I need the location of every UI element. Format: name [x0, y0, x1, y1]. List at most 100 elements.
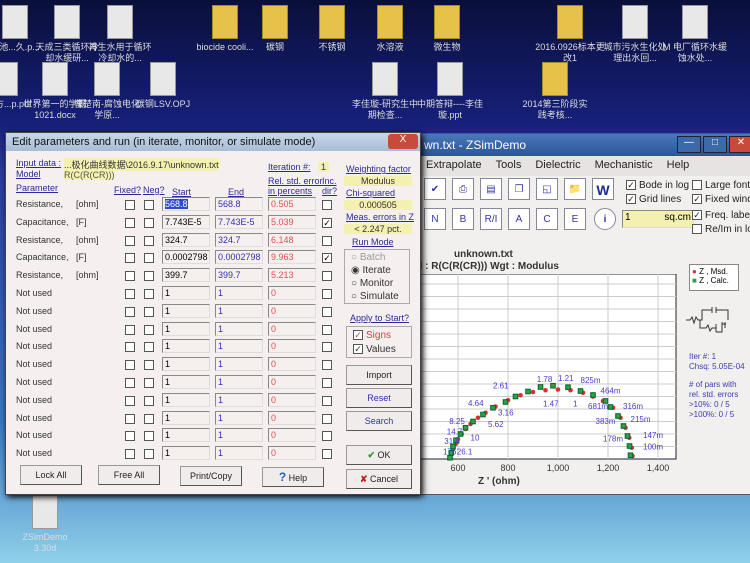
- checkbox[interactable]: [692, 180, 702, 191]
- close-button[interactable]: ✕: [729, 136, 750, 153]
- neg-checkbox[interactable]: [144, 271, 154, 282]
- import-button[interactable]: Import: [346, 365, 412, 385]
- fixed-checkbox[interactable]: [125, 378, 135, 388]
- printer-icon[interactable]: ⎙: [452, 178, 474, 200]
- fixed-checkbox[interactable]: [125, 395, 135, 406]
- option-checkbox[interactable]: ✓Freq. labels: [692, 210, 750, 221]
- neg-checkbox[interactable]: [144, 449, 154, 460]
- plot-type-button[interactable]: A: [508, 208, 530, 230]
- area-input[interactable]: 1 sq.cm: [622, 210, 694, 228]
- fixed-checkbox[interactable]: [125, 200, 135, 210]
- option-checkbox[interactable]: ✓ Grid lines: [626, 194, 681, 205]
- menu-item[interactable]: Dielectric: [535, 159, 580, 173]
- desktop-icon[interactable]: M 电厂循环水缓蚀水处...: [660, 5, 730, 64]
- fixed-checkbox[interactable]: [125, 431, 135, 442]
- fixed-checkbox[interactable]: [125, 360, 135, 371]
- search-button[interactable]: Search: [346, 411, 412, 431]
- inc-dir-checkbox[interactable]: [322, 235, 332, 246]
- start-input[interactable]: 1: [162, 286, 210, 300]
- plot-type-button[interactable]: B: [452, 208, 474, 230]
- inc-dir-checkbox[interactable]: [322, 200, 332, 210]
- start-input[interactable]: 1: [162, 392, 210, 407]
- neg-checkbox[interactable]: [144, 324, 154, 335]
- fixed-checkbox[interactable]: [125, 324, 135, 335]
- end-input[interactable]: 1: [215, 446, 263, 461]
- inc-dir-checkbox[interactable]: [322, 449, 332, 460]
- fixed-checkbox[interactable]: [125, 217, 135, 228]
- fixed-checkbox[interactable]: [125, 271, 135, 282]
- word-icon[interactable]: W: [592, 178, 614, 200]
- checkbox[interactable]: ✓: [626, 180, 636, 191]
- desktop-icon[interactable]: 中期答辩----李佳璇.ppt: [415, 62, 485, 121]
- neg-checkbox[interactable]: [144, 253, 154, 264]
- reset-button[interactable]: Reset: [346, 388, 412, 408]
- end-input[interactable]: 568.8: [215, 197, 263, 211]
- minimize-button[interactable]: —: [677, 136, 701, 153]
- neg-checkbox[interactable]: [144, 378, 154, 388]
- inc-dir-checkbox[interactable]: ✓: [322, 253, 332, 264]
- desktop-icon[interactable]: 2014第三阶段实践考核...: [520, 62, 590, 121]
- inc-dir-checkbox[interactable]: [322, 271, 332, 282]
- start-input[interactable]: 1: [162, 446, 210, 461]
- fixed-checkbox[interactable]: [125, 306, 135, 317]
- inc-dir-checkbox[interactable]: [322, 360, 332, 371]
- option-checkbox[interactable]: Large fonts: [692, 180, 750, 191]
- copy-icon[interactable]: ❐: [508, 178, 530, 200]
- inc-dir-checkbox[interactable]: [322, 342, 332, 353]
- plot-type-button[interactable]: N: [424, 208, 446, 230]
- plot-type-button[interactable]: R/I: [480, 208, 502, 230]
- start-input[interactable]: 568.8: [162, 197, 210, 211]
- start-input[interactable]: 1: [162, 339, 210, 354]
- menu-item[interactable]: Extrapolate: [426, 159, 482, 173]
- desktop-icon[interactable]: 微生物: [412, 5, 482, 53]
- start-input[interactable]: 1: [162, 303, 210, 318]
- start-input[interactable]: 1: [162, 428, 210, 443]
- desktop-icon[interactable]: 李佳璇-研究生中期检查...: [350, 62, 420, 121]
- neg-checkbox[interactable]: [144, 306, 154, 317]
- desktop-icon[interactable]: ZSimDemo 3.30d: [10, 495, 80, 554]
- end-input[interactable]: 7.743E-5: [215, 214, 263, 229]
- copy-plot-icon[interactable]: ◱: [536, 178, 558, 200]
- start-input[interactable]: 1: [162, 357, 210, 372]
- open-folder-icon[interactable]: 📁: [564, 178, 586, 200]
- fixed-checkbox[interactable]: [125, 413, 135, 424]
- run-mode-radio[interactable]: ◉ Iterate: [351, 265, 403, 276]
- fixed-checkbox[interactable]: [125, 253, 135, 264]
- run-mode-radio[interactable]: ○ Batch: [351, 252, 403, 263]
- plot-type-button[interactable]: C: [536, 208, 558, 230]
- end-input[interactable]: 1: [215, 303, 263, 318]
- start-input[interactable]: 324.7: [162, 232, 210, 247]
- end-input[interactable]: 324.7: [215, 232, 263, 247]
- check-icon[interactable]: ✔: [424, 178, 446, 200]
- start-input[interactable]: 1: [162, 375, 210, 389]
- checkbox[interactable]: ✓: [692, 194, 702, 205]
- end-input[interactable]: 1: [215, 410, 263, 425]
- inc-dir-checkbox[interactable]: [322, 289, 332, 299]
- inc-dir-checkbox[interactable]: ✓: [322, 217, 332, 228]
- start-input[interactable]: 399.7: [162, 268, 210, 283]
- inc-dir-checkbox[interactable]: [322, 395, 332, 406]
- desktop-icon[interactable]: 碳钢LSV.OPJ: [128, 62, 198, 110]
- info-icon[interactable]: i: [594, 208, 616, 230]
- run-mode-radio[interactable]: ○ Monitor: [351, 278, 403, 289]
- end-input[interactable]: 1: [215, 392, 263, 407]
- neg-checkbox[interactable]: [144, 342, 154, 353]
- end-input[interactable]: 1: [215, 286, 263, 300]
- desktop-icon[interactable]: 再生水用于循环冷却水的...: [85, 5, 155, 64]
- menu-item[interactable]: Help: [667, 159, 690, 173]
- checkbox[interactable]: ✓: [626, 194, 636, 205]
- inc-dir-checkbox[interactable]: [322, 378, 332, 388]
- start-input[interactable]: 1: [162, 321, 210, 336]
- start-input[interactable]: 1: [162, 410, 210, 425]
- neg-checkbox[interactable]: [144, 289, 154, 299]
- fixed-checkbox[interactable]: [125, 289, 135, 299]
- end-input[interactable]: 1: [215, 339, 263, 354]
- desktop-icon[interactable]: 2016.0926标本更改1: [535, 5, 605, 64]
- checkbox[interactable]: [692, 224, 702, 235]
- close-button[interactable]: X: [388, 134, 418, 149]
- neg-checkbox[interactable]: [144, 235, 154, 246]
- neg-checkbox[interactable]: [144, 395, 154, 406]
- option-checkbox[interactable]: ✓ Bode in log: [626, 180, 689, 191]
- inc-dir-checkbox[interactable]: [322, 306, 332, 317]
- lock-all-button[interactable]: Lock All: [20, 465, 82, 485]
